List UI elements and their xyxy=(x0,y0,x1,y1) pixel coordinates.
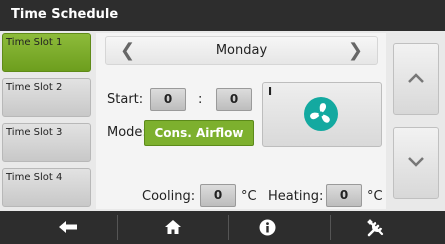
home-icon xyxy=(165,220,181,234)
chevron-down-icon xyxy=(408,157,424,167)
scroll-up-button[interactable] xyxy=(393,43,439,115)
home-button[interactable] xyxy=(118,211,228,244)
bottom-nav-bar xyxy=(0,211,445,244)
mode-label: Mode: xyxy=(107,125,147,140)
start-hour-field[interactable]: 0 xyxy=(150,88,186,111)
tools-icon xyxy=(367,219,384,237)
time-separator: : xyxy=(198,92,203,107)
time-slot-3-button[interactable]: Time Slot 3 xyxy=(2,123,91,162)
schedule-panel: ❮ Monday ❯ Start: 0 : 0 Mode: Cons. Airf… xyxy=(96,33,386,209)
settings-button[interactable] xyxy=(331,211,441,244)
heating-label: Heating: xyxy=(268,189,324,204)
time-slot-list: Time Slot 1 Time Slot 2 Time Slot 3 Time… xyxy=(0,33,96,209)
cooling-label: Cooling: xyxy=(142,189,196,204)
heating-unit: °C xyxy=(367,189,383,204)
chevron-up-icon xyxy=(408,73,424,83)
day-selector: ❮ Monday ❯ xyxy=(105,36,378,65)
cooling-setpoint-field[interactable]: 0 xyxy=(200,184,236,207)
title-bar: Time Schedule xyxy=(0,0,445,31)
info-icon xyxy=(259,219,276,236)
mode-button[interactable]: Cons. Airflow xyxy=(144,120,254,146)
back-button[interactable] xyxy=(0,211,110,244)
day-name: Monday xyxy=(215,43,268,58)
scroll-down-button[interactable] xyxy=(393,127,439,199)
time-slot-1-label: Time Slot 1 xyxy=(6,37,63,48)
time-slot-2-label: Time Slot 2 xyxy=(6,82,63,93)
fan-toggle-panel[interactable]: I xyxy=(262,82,382,147)
info-button[interactable] xyxy=(229,211,339,244)
start-label: Start: xyxy=(107,92,144,107)
heating-setpoint-field[interactable]: 0 xyxy=(326,184,362,207)
fan-icon xyxy=(304,97,338,131)
cooling-unit: °C xyxy=(241,189,257,204)
back-arrow-icon xyxy=(59,221,77,233)
time-slot-3-label: Time Slot 3 xyxy=(6,127,63,138)
time-slot-1-button[interactable]: Time Slot 1 xyxy=(2,33,91,72)
scroll-controls xyxy=(389,33,445,209)
page-title: Time Schedule xyxy=(11,7,119,22)
fan-state-indicator: I xyxy=(268,85,273,98)
time-schedule-screen: Time Schedule Time Slot 1 Time Slot 2 Ti… xyxy=(0,0,445,244)
start-minute-field[interactable]: 0 xyxy=(216,88,252,111)
chevron-right-icon[interactable]: ❯ xyxy=(348,42,363,60)
time-slot-2-button[interactable]: Time Slot 2 xyxy=(2,78,91,117)
time-slot-4-button[interactable]: Time Slot 4 xyxy=(2,168,91,207)
time-slot-4-label: Time Slot 4 xyxy=(6,172,63,183)
